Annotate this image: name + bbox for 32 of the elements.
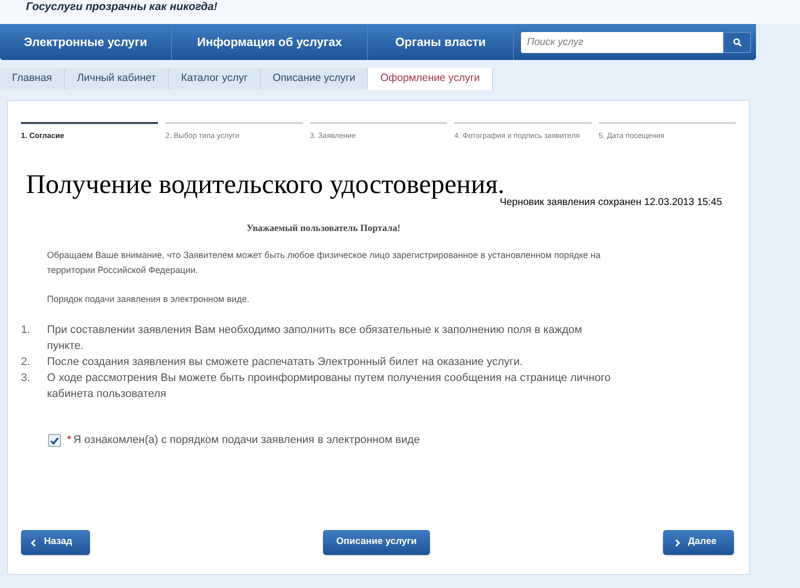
required-mark: * bbox=[67, 433, 72, 448]
nav-item[interactable]: Информация об услугах bbox=[172, 24, 368, 60]
notice-paragraph: Порядок подачи заявления в электронном виде. bbox=[47, 293, 250, 306]
next-button[interactable]: Далее bbox=[663, 530, 734, 555]
chevron-right-icon bbox=[675, 538, 680, 546]
agreement-checkbox[interactable] bbox=[48, 434, 61, 447]
search-field[interactable]: Поиск услуг bbox=[521, 32, 723, 52]
chevron-left-icon bbox=[31, 538, 36, 546]
breadcrumb-item[interactable]: Главная bbox=[0, 68, 65, 90]
list-number: 1. bbox=[21, 323, 32, 338]
search-button[interactable] bbox=[723, 32, 751, 52]
list-number: 2. bbox=[21, 355, 32, 370]
list-item: О ходе рассмотрения Вы можете быть проинформированы путем получения сообщения на странице личного кабинета пользователя bbox=[47, 371, 612, 402]
breadcrumb-item[interactable]: Личный кабинет bbox=[64, 68, 169, 90]
page-title: Получение водительского удостоверения. bbox=[26, 169, 504, 199]
back-button[interactable]: Назад bbox=[21, 530, 90, 555]
slogan: Госуслуги прозрачны как никогда! bbox=[26, 0, 218, 14]
breadcrumb-item[interactable]: Каталог услуг bbox=[168, 68, 261, 90]
breadcrumb-item[interactable]: Оформление услуги bbox=[368, 68, 493, 90]
service-description-button[interactable]: Описание услуги bbox=[323, 530, 430, 555]
check-icon bbox=[50, 436, 59, 444]
notice-paragraph: Обращаем Ваше внимание, что Заявителем может быть любое физическое лицо зарегистрированное в установленном порядке на территории Российской Федерации. bbox=[47, 249, 602, 278]
greeting: Уважаемый пользователь Портала! bbox=[246, 223, 400, 236]
list-item: При составлении заявления Вам необходимо заполнить все обязательные к заполнению поля в каждом пункте. bbox=[47, 323, 584, 354]
draft-note: Черновик заявления сохранен 12.03.2013 15:45 bbox=[500, 197, 722, 210]
nav-item[interactable]: Органы власти bbox=[368, 24, 514, 60]
list-item: После создания заявления вы сможете распечатать Электронный билет на оказание услуги. bbox=[47, 355, 524, 370]
agreement-label: Я ознакомлен(а) с порядком подачи заявления в электронном виде bbox=[73, 433, 420, 448]
nav-item[interactable]: Электронные услуги bbox=[0, 24, 172, 60]
breadcrumb-item[interactable]: Описание услуги bbox=[260, 68, 368, 90]
search-icon bbox=[732, 38, 742, 46]
list-number: 3. bbox=[21, 371, 32, 386]
